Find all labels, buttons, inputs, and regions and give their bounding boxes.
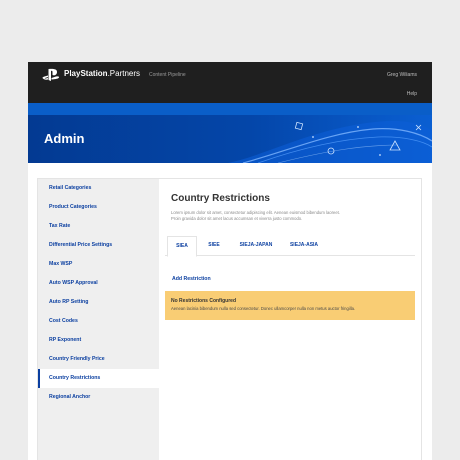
tab-siea[interactable]: SIEA (167, 236, 197, 257)
page-hero-banner: Admin (28, 115, 432, 163)
sidebar-item-differential-price-settings[interactable]: Differential Price Settings (38, 236, 159, 255)
app-section-name: Content Pipeline (149, 72, 186, 78)
sidebar-item-auto-rp-setting[interactable]: Auto RP Setting (38, 293, 159, 312)
alert-message: Aenean lacinia bibendum nulla sed consec… (171, 306, 356, 311)
section-title: Country Restrictions (171, 193, 270, 204)
section-description-line-1: Lorem ipsum dolor sit amet, consectetur … (171, 210, 340, 215)
region-tabs: SIEA SIEE SIEJA-JAPAN SIEJA-ASIA (165, 236, 415, 257)
sidebar-item-regional-anchor[interactable]: Regional Anchor (38, 388, 159, 407)
sidebar-item-auto-wsp-approval[interactable]: Auto WSP Approval (38, 274, 159, 293)
brand-suffix: .Partners (107, 69, 141, 78)
app-window: PlayStation.Partners Content Pipeline Gr… (28, 62, 432, 460)
sidebar-item-tax-rate[interactable]: Tax Rate (38, 217, 159, 236)
main-panel: Country Restrictions Lorem ipsum dolor s… (159, 179, 421, 460)
section-description-line-2: Proin gravida dolor sit amet lacus accum… (171, 216, 303, 221)
sidebar-item-retail-categories[interactable]: Retail Categories (38, 179, 159, 198)
top-nav-bar: PlayStation.Partners Content Pipeline Gr… (28, 62, 432, 103)
sidebar-item-product-categories[interactable]: Product Categories (38, 198, 159, 217)
playstation-logo-icon[interactable] (42, 68, 60, 82)
sidebar-item-country-restrictions[interactable]: Country Restrictions (38, 369, 159, 388)
tab-sieja-asia[interactable]: SIEJA-ASIA (283, 236, 325, 256)
help-link[interactable]: Help (407, 91, 417, 97)
alert-title: No Restrictions Configured (171, 298, 237, 304)
content-area: Retail Categories Product Categories Tax… (28, 163, 432, 460)
brand-logo-text[interactable]: PlayStation.Partners (64, 69, 140, 78)
sidebar-item-cost-codes[interactable]: Cost Codes (38, 312, 159, 331)
hero-decoration-graphic (228, 120, 432, 163)
add-restriction-button[interactable]: Add Restriction (172, 276, 211, 282)
brand-name: PlayStation (64, 69, 108, 78)
page-title: Admin (44, 131, 85, 146)
sidebar-item-rp-exponent[interactable]: RP Exponent (38, 331, 159, 350)
empty-state-alert: No Restrictions Configured Aenean lacini… (165, 291, 415, 320)
sidebar-item-country-friendly-price[interactable]: Country Friendly Price (38, 350, 159, 369)
tab-sieja-japan[interactable]: SIEJA-JAPAN (233, 236, 279, 256)
admin-sidebar: Retail Categories Product Categories Tax… (38, 179, 159, 460)
sidebar-item-max-wsp[interactable]: Max WSP (38, 255, 159, 274)
tab-siee[interactable]: SIEE (201, 236, 227, 256)
header-accent-strip (28, 103, 432, 115)
user-menu[interactable]: Greg Wiliams (387, 72, 417, 78)
